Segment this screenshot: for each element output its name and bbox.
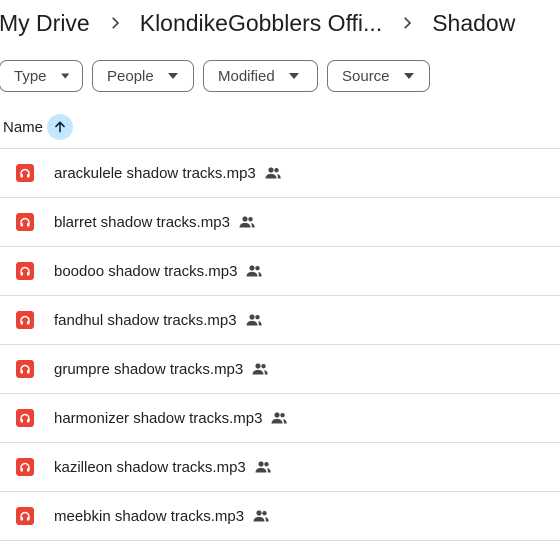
- breadcrumb-current-folder[interactable]: Shadow: [430, 10, 517, 37]
- drive-file-list-page: My Drive KlondikeGobblers Offi... Shadow…: [0, 0, 560, 560]
- sort-ascending-button[interactable]: [47, 114, 74, 140]
- dropdown-arrow-icon: [288, 73, 299, 79]
- shared-people-icon: [252, 363, 268, 375]
- file-name: arackulele shadow tracks.mp3: [54, 164, 256, 182]
- arrow-up-icon: [55, 121, 65, 133]
- type-filter-label: Type: [14, 67, 47, 85]
- column-header: Name: [0, 106, 560, 149]
- file-row[interactable]: grumpre shadow tracks.mp3: [0, 345, 560, 394]
- file-name: meebkin shadow tracks.mp3: [54, 507, 245, 525]
- shared-people-icon: [239, 216, 255, 228]
- file-name: grumpre shadow tracks.mp3: [54, 360, 244, 378]
- dropdown-arrow-icon: [403, 73, 414, 79]
- file-row[interactable]: blarret shadow tracks.mp3: [0, 198, 560, 247]
- file-name: kazilleon shadow tracks.mp3: [54, 458, 246, 476]
- dropdown-arrow-icon: [60, 73, 69, 79]
- dropdown-arrow-icon: [167, 73, 178, 79]
- file-name: harmonizer shadow tracks.mp3: [54, 409, 263, 427]
- file-name: blarret shadow tracks.mp3: [54, 213, 230, 231]
- file-name: fandhul shadow tracks.mp3: [54, 311, 237, 329]
- modified-filter-chip[interactable]: Modified: [203, 60, 318, 92]
- type-filter-chip[interactable]: Type: [0, 60, 83, 92]
- people-filter-chip[interactable]: People: [92, 60, 194, 92]
- file-list: arackulele shadow tracks.mp3 blarret sha…: [0, 149, 560, 541]
- shared-people-icon: [271, 412, 288, 424]
- source-filter-chip[interactable]: Source: [327, 60, 430, 92]
- file-row[interactable]: boodoo shadow tracks.mp3: [0, 247, 560, 296]
- filter-bar: Type People Modified Source: [0, 60, 430, 92]
- shared-people-icon: [246, 314, 262, 326]
- audio-file-icon: [16, 507, 34, 525]
- audio-file-icon: [16, 409, 34, 427]
- shared-people-icon: [246, 265, 263, 277]
- source-filter-label: Source: [342, 67, 390, 85]
- audio-file-icon: [16, 213, 34, 231]
- file-row[interactable]: fandhul shadow tracks.mp3: [0, 296, 560, 345]
- audio-file-icon: [16, 360, 34, 378]
- chevron-right-icon: [92, 14, 138, 32]
- audio-file-icon: [16, 164, 34, 182]
- shared-people-icon: [255, 461, 271, 473]
- chevron-right-icon: [384, 14, 430, 32]
- file-row[interactable]: meebkin shadow tracks.mp3: [0, 492, 560, 541]
- file-row[interactable]: harmonizer shadow tracks.mp3: [0, 394, 560, 443]
- modified-filter-label: Modified: [218, 67, 275, 85]
- file-name: boodoo shadow tracks.mp3: [54, 262, 238, 280]
- breadcrumb-folder[interactable]: KlondikeGobblers Offi...: [138, 10, 384, 37]
- file-row[interactable]: kazilleon shadow tracks.mp3: [0, 443, 560, 492]
- shared-people-icon: [253, 510, 269, 522]
- audio-file-icon: [16, 311, 34, 329]
- people-filter-label: People: [107, 67, 154, 85]
- breadcrumb: My Drive KlondikeGobblers Offi... Shadow: [0, 0, 517, 46]
- audio-file-icon: [16, 262, 34, 280]
- breadcrumb-my-drive[interactable]: My Drive: [0, 10, 92, 37]
- name-column-header[interactable]: Name: [3, 119, 43, 136]
- shared-people-icon: [265, 167, 281, 179]
- audio-file-icon: [16, 458, 34, 476]
- file-row[interactable]: arackulele shadow tracks.mp3: [0, 149, 560, 198]
